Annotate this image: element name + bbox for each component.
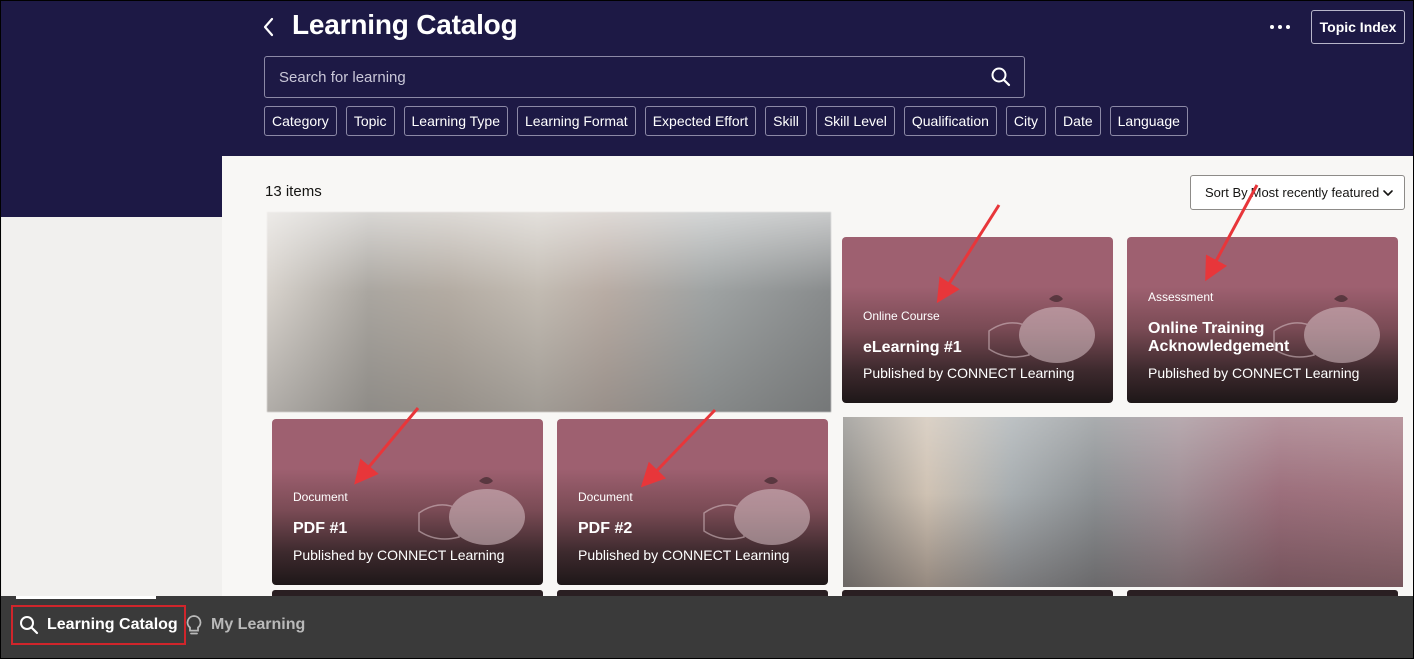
sort-label: Sort By	[1205, 185, 1248, 200]
search-input[interactable]	[279, 57, 979, 97]
filter-skill-level[interactable]: Skill Level	[815, 106, 895, 136]
featured-image-card[interactable]	[843, 417, 1403, 587]
results-count: 13 items	[265, 183, 322, 200]
search-icon	[991, 67, 1011, 87]
card-title: Online Training Acknowledgement	[1148, 320, 1290, 355]
page-title: Learning Catalog	[292, 9, 518, 40]
filter-learning-format[interactable]: Learning Format	[516, 106, 636, 136]
nav-label: Learning Catalog	[47, 616, 178, 633]
filter-skill[interactable]: Skill	[765, 106, 807, 136]
nav-learning-catalog[interactable]: Learning Catalog	[11, 605, 186, 645]
apple-illustration-icon	[418, 477, 525, 545]
search-field	[264, 56, 1025, 98]
card-publisher: Published by CONNECT Learning	[1148, 365, 1360, 381]
nav-my-learning[interactable]: My Learning	[185, 605, 305, 645]
sort-value: Most recently featured	[1250, 185, 1380, 200]
side-panel	[2, 217, 222, 596]
card-publisher: Published by CONNECT Learning	[293, 547, 505, 563]
featured-image-card[interactable]	[267, 212, 831, 412]
card-type: Document	[578, 490, 633, 504]
filter-expected-effort[interactable]: Expected Effort	[644, 106, 757, 136]
search-submit-button[interactable]	[990, 66, 1012, 88]
card-title: PDF #2	[578, 520, 633, 537]
more-dot-icon	[1270, 25, 1274, 29]
back-button[interactable]	[262, 16, 282, 38]
filter-topic[interactable]: Topic	[345, 106, 395, 136]
topic-index-button[interactable]: Topic Index	[1311, 10, 1405, 44]
card-type: Document	[293, 490, 348, 504]
apple-illustration-icon	[988, 295, 1095, 363]
learning-card[interactable]: Online Course eLearning #1 Published by …	[842, 237, 1113, 403]
active-tab-indicator	[16, 596, 156, 599]
filter-city[interactable]: City	[1005, 106, 1047, 136]
filter-date[interactable]: Date	[1055, 106, 1101, 136]
filter-learning-type[interactable]: Learning Type	[403, 106, 508, 136]
sort-dropdown[interactable]: Sort By Most recently featured	[1190, 175, 1405, 210]
filter-category[interactable]: Category	[264, 106, 337, 136]
search-icon	[20, 616, 39, 635]
lightbulb-icon	[186, 615, 202, 635]
card-publisher: Published by CONNECT Learning	[578, 547, 790, 563]
card-title: eLearning #1	[863, 339, 962, 356]
chevron-left-icon	[263, 17, 274, 37]
chevron-down-icon	[1383, 190, 1393, 196]
filter-qualification[interactable]: Qualification	[903, 106, 997, 136]
learning-card[interactable]: Document PDF #2 Published by CONNECT Lea…	[557, 419, 828, 585]
card-type: Assessment	[1148, 290, 1214, 304]
apple-illustration-icon	[703, 477, 810, 545]
nav-label: My Learning	[211, 616, 306, 633]
card-title: PDF #1	[293, 520, 348, 537]
filter-bar: Category Topic Learning Type Learning Fo…	[264, 106, 1188, 136]
card-type: Online Course	[863, 309, 940, 323]
card-publisher: Published by CONNECT Learning	[863, 365, 1075, 381]
filter-language[interactable]: Language	[1109, 106, 1188, 136]
more-options-button[interactable]	[1268, 16, 1294, 36]
more-dot-icon	[1278, 25, 1282, 29]
learning-card[interactable]: Assessment Online Training Acknowledgeme…	[1127, 237, 1398, 403]
more-dot-icon	[1286, 25, 1290, 29]
learning-card[interactable]: Document PDF #1 Published by CONNECT Lea…	[272, 419, 543, 585]
